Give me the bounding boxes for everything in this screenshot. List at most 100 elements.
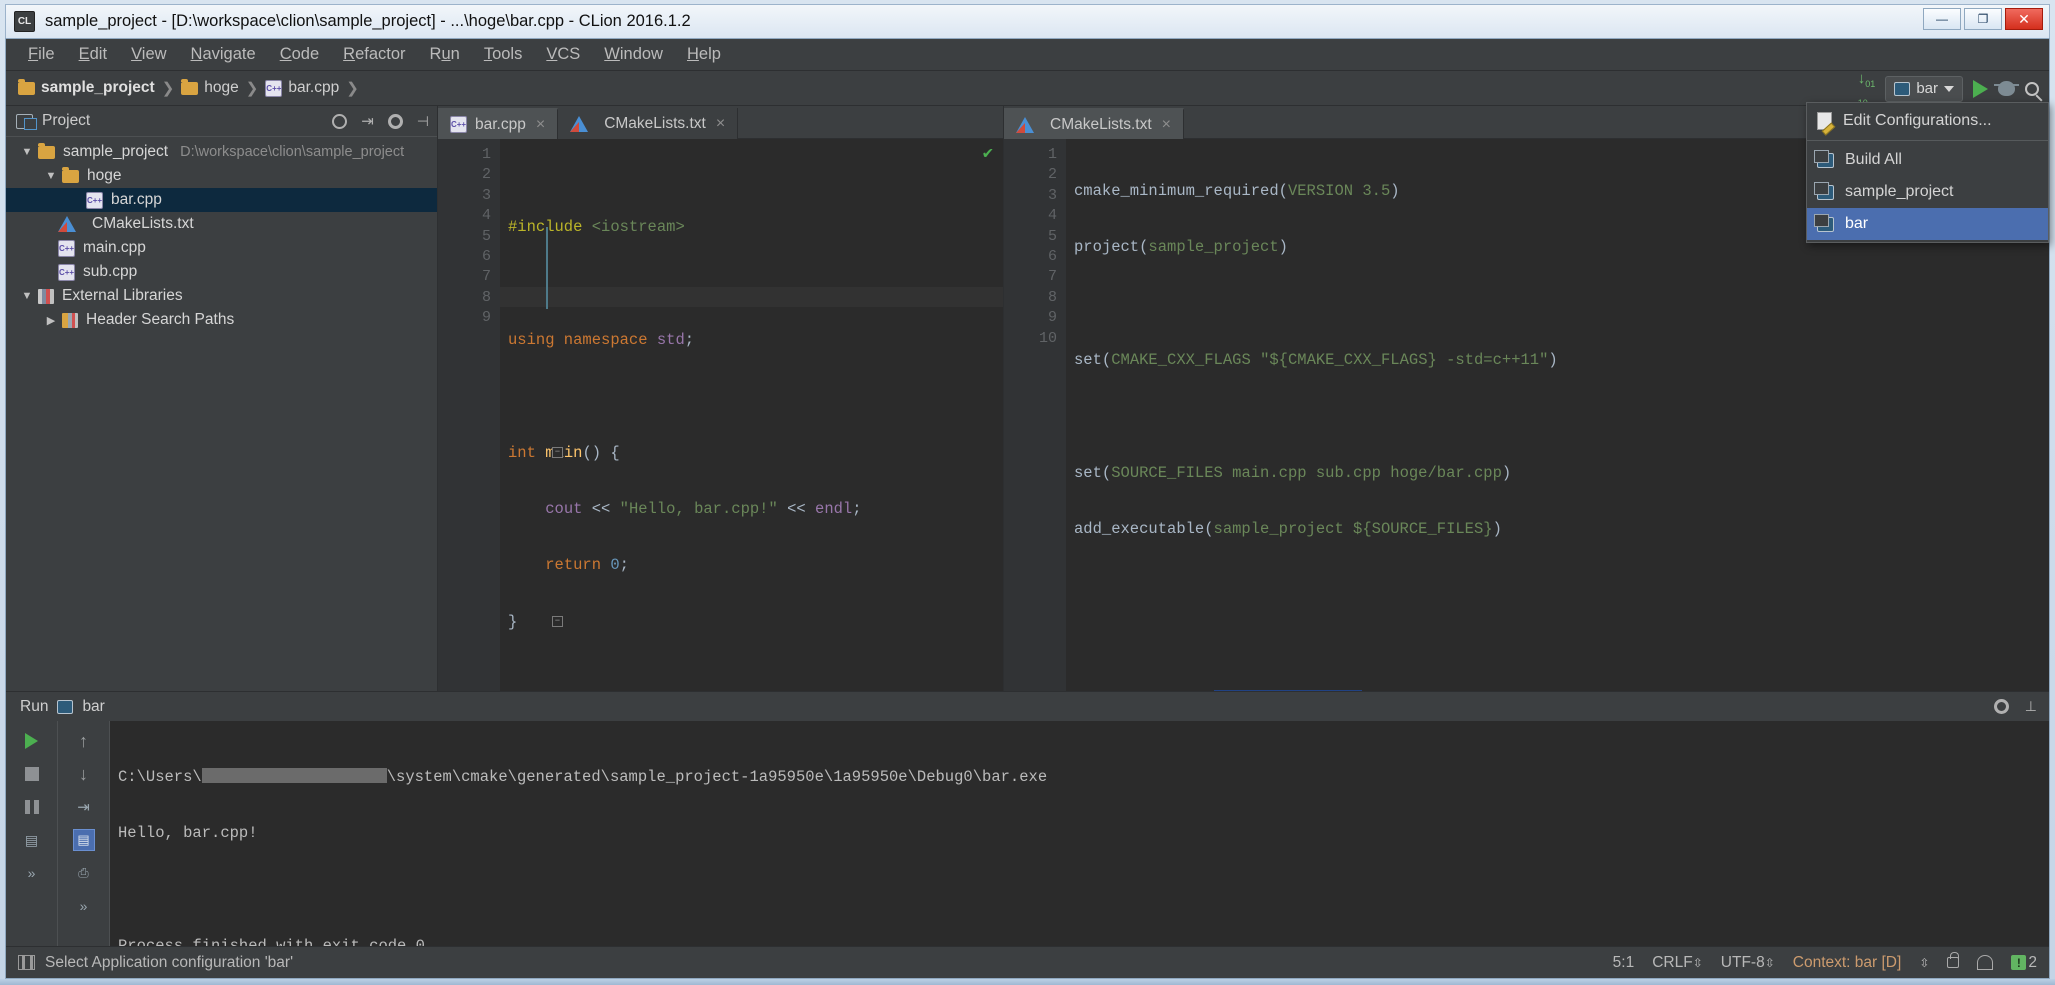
tab-cmakelists[interactable]: CMakeLists.txt ×: [558, 108, 738, 139]
scroll-to-end-icon[interactable]: ▤: [73, 829, 95, 851]
tree-node-label: sample_project: [63, 143, 168, 161]
rerun-icon[interactable]: [21, 730, 43, 752]
print-output-icon[interactable]: ⎙: [73, 862, 95, 884]
code-line-6: set(SOURCE_FILES main.cpp sub.cpp hoge/b…: [1074, 463, 2049, 483]
target-icon[interactable]: [332, 114, 347, 129]
code-line-4: set(CMAKE_CXX_FLAGS "${CMAKE_CXX_FLAGS} …: [1074, 350, 2049, 370]
folder-icon: [18, 82, 35, 95]
fold-collapse-icon[interactable]: −: [552, 616, 563, 627]
menu-view[interactable]: View: [119, 42, 178, 67]
tab-cmakelists-right[interactable]: CMakeLists.txt ×: [1004, 108, 1184, 139]
line-number-gutter-right: 1 2 3 4 5 6 7 8 9 10: [1004, 139, 1066, 691]
search-icon[interactable]: [2025, 82, 2039, 96]
menu-code[interactable]: Code: [268, 42, 331, 67]
line-number: 9: [1004, 308, 1057, 328]
tree-node-header-search-paths[interactable]: ▶ Header Search Paths: [6, 308, 437, 332]
tree-node-label: Header Search Paths: [86, 311, 234, 329]
tree-node-hoge[interactable]: ▼ hoge: [6, 164, 437, 188]
breadcrumb-label: hoge: [204, 79, 238, 97]
event-log-icon[interactable]: !2: [2011, 954, 2037, 972]
breadcrumb-label: bar.cpp: [288, 79, 339, 97]
run-console-output[interactable]: C:\Users\\system\cmake\generated\sample_…: [110, 721, 2049, 946]
code-line-4: [508, 386, 1003, 406]
menu-edit[interactable]: Edit: [67, 42, 119, 67]
down-icon[interactable]: ↓: [73, 763, 95, 785]
hide-icon[interactable]: ⊣: [417, 113, 429, 130]
menu-file[interactable]: File: [16, 42, 67, 67]
menu-item-sample-project[interactable]: sample_project: [1807, 176, 2048, 208]
run-window-actions: ⊥: [1994, 698, 2037, 715]
encoding-widget[interactable]: UTF-8⇳: [1721, 954, 1775, 972]
line-number: 4: [438, 206, 491, 226]
context-chevron-icon[interactable]: ⇳: [1919, 956, 1929, 970]
context-widget[interactable]: Context: bar [D]: [1793, 954, 1902, 972]
breadcrumb-item-file[interactable]: C++ bar.cpp: [265, 79, 339, 97]
maximize-button[interactable]: ❐: [1964, 8, 2002, 30]
gear-icon[interactable]: [1994, 699, 2009, 714]
soft-wrap-icon[interactable]: ⇥: [73, 796, 95, 818]
menu-run[interactable]: Run: [418, 42, 472, 67]
breadcrumb-item-hoge[interactable]: hoge: [181, 79, 238, 97]
tab-strip-filler: [738, 108, 1003, 139]
menu-item-build-all[interactable]: Build All: [1807, 144, 2048, 176]
cpp-file-icon: C++: [58, 264, 75, 281]
tab-bar-cpp[interactable]: C++ bar.cpp ×: [438, 108, 558, 139]
menu-item-label: bar: [1845, 215, 1868, 233]
close-button[interactable]: ✕: [2005, 8, 2043, 30]
expand-more-icon[interactable]: »: [73, 895, 95, 917]
lock-icon[interactable]: [1947, 957, 1959, 968]
expand-arrow-icon[interactable]: ▼: [16, 146, 38, 158]
inspection-level-icon[interactable]: [1977, 955, 1993, 970]
tree-node-sub-cpp[interactable]: C++ sub.cpp: [6, 260, 437, 284]
tree-node-sample-project[interactable]: ▼ sample_project D:\workspace\clion\samp…: [6, 140, 437, 164]
code-editor-left[interactable]: 1 2 3 4 5 6 7 8 9: [438, 139, 1003, 691]
menu-help[interactable]: Help: [675, 42, 733, 67]
expand-arrow-icon[interactable]: ▼: [40, 170, 62, 182]
menu-tools[interactable]: Tools: [472, 42, 535, 67]
pause-icon[interactable]: [21, 796, 43, 818]
tree-node-bar-cpp[interactable]: C++ bar.cpp: [6, 188, 437, 212]
caret-position[interactable]: 5:1: [1613, 954, 1635, 972]
expand-icon[interactable]: »: [21, 862, 43, 884]
tree-node-external-libraries[interactable]: ▼ External Libraries: [6, 284, 437, 308]
breadcrumb-separator: ❯: [346, 79, 359, 97]
console-line-blank: [118, 880, 2049, 900]
run-icon[interactable]: [1973, 80, 1988, 98]
folder-icon: [62, 170, 79, 183]
code-text-left[interactable]: #include <iostream> using namespace std;…: [500, 139, 1003, 691]
collapse-all-icon[interactable]: ⇥: [361, 112, 374, 130]
up-icon[interactable]: ↑: [73, 730, 95, 752]
menu-item-edit-configurations[interactable]: Edit Configurations...: [1807, 105, 2048, 137]
minimize-button[interactable]: —: [1923, 8, 1961, 30]
menu-navigate[interactable]: Navigate: [179, 42, 268, 67]
tab-label: bar.cpp: [475, 116, 526, 134]
fold-collapse-icon[interactable]: −: [552, 447, 563, 458]
expand-arrow-icon[interactable]: ▶: [40, 314, 62, 327]
tree-node-cmakelists[interactable]: CMakeLists.txt: [6, 212, 437, 236]
menu-vcs[interactable]: VCS: [534, 42, 592, 67]
hide-icon[interactable]: ⊥: [2025, 698, 2037, 715]
folder-icon: [38, 146, 55, 159]
tree-node-main-cpp[interactable]: C++ main.cpp: [6, 236, 437, 260]
line-separator-widget[interactable]: CRLF⇳: [1652, 954, 1703, 972]
run-configuration-selector[interactable]: bar: [1885, 76, 1963, 102]
cpp-file-icon: C++: [58, 240, 75, 257]
tool-windows-icon[interactable]: [18, 955, 35, 970]
code-line-9: [508, 668, 1003, 688]
gear-icon[interactable]: [388, 114, 403, 129]
close-icon[interactable]: ×: [716, 115, 725, 133]
menu-refactor[interactable]: Refactor: [331, 42, 417, 67]
close-icon[interactable]: ×: [536, 116, 545, 134]
debug-icon[interactable]: [1998, 81, 2015, 96]
menu-window[interactable]: Window: [592, 42, 675, 67]
tab-label: CMakeLists.txt: [604, 115, 706, 133]
line-number: 6: [438, 247, 491, 267]
stop-icon[interactable]: [21, 763, 43, 785]
close-icon[interactable]: ×: [1162, 116, 1171, 134]
menu-item-bar[interactable]: bar: [1807, 208, 2048, 240]
breadcrumb-item-project[interactable]: sample_project: [18, 79, 155, 97]
expand-arrow-icon[interactable]: ▼: [16, 290, 38, 302]
line-number: 6: [1004, 247, 1057, 267]
toolbar-right: ↓0110 bar: [1858, 71, 2039, 106]
print-icon[interactable]: ▤: [21, 829, 43, 851]
